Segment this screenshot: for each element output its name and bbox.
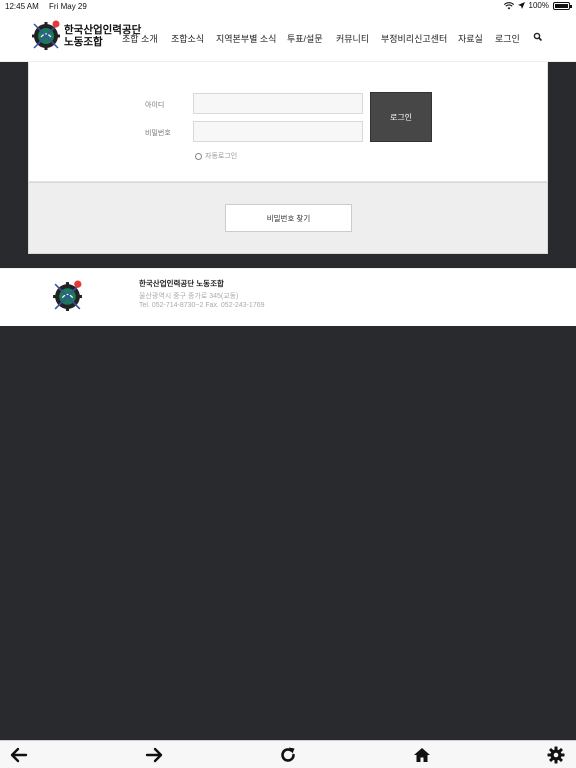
nav-item-regional-news[interactable]: 지역본부별 소식 (216, 32, 276, 45)
nav-item-report-center[interactable]: 부정비리신고센터 (381, 32, 447, 45)
find-password-button[interactable]: 비밀번호 찾기 (225, 204, 352, 232)
nav-item-login[interactable]: 로그인 (495, 32, 520, 45)
footer-logo-icon (53, 280, 82, 311)
back-button[interactable] (9, 745, 29, 765)
status-time: 12:45 AM (5, 2, 39, 11)
wifi-icon (503, 1, 514, 9)
status-right: 100% (503, 1, 572, 10)
status-left: 12:45 AM Fri May 29 (5, 2, 95, 11)
refresh-icon (281, 747, 295, 762)
forward-button[interactable] (144, 745, 164, 765)
auto-login-checkbox[interactable] (195, 152, 202, 160)
nav-item-vote-survey[interactable]: 투표/설문 (287, 32, 323, 45)
login-button[interactable]: 로그인 (370, 92, 432, 142)
home-button[interactable] (412, 745, 432, 765)
gear-icon (547, 746, 565, 764)
site-header: 한국산업인력공단 노동조합 조합 소개 조합소식 지역본부별 소식 투표/설문 … (0, 13, 576, 62)
password-input[interactable] (193, 121, 363, 142)
status-date: Fri May 29 (49, 2, 87, 11)
union-logo-icon[interactable] (30, 19, 62, 51)
status-bar: 12:45 AM Fri May 29 100% (0, 0, 576, 13)
footer-address: 울산광역시 중구 종가로 345(교동) (139, 293, 239, 300)
site-footer: 한국산업인력공단 노동조합 울산광역시 중구 종가로 345(교동) Tel. … (0, 268, 576, 326)
settings-button[interactable] (546, 745, 566, 765)
auto-login-option[interactable]: 자동로그인 (195, 151, 237, 161)
auto-login-label: 자동로그인 (205, 153, 238, 160)
nav-item-community[interactable]: 커뮤니티 (336, 32, 369, 45)
login-form: 아이디 비밀번호 로그인 자동로그인 (28, 62, 548, 182)
location-arrow-icon (517, 2, 525, 9)
nav-item-about[interactable]: 조합 소개 (122, 32, 158, 45)
home-icon (414, 748, 430, 762)
arrow-right-icon (145, 747, 163, 763)
nav-item-archive[interactable]: 자료실 (458, 32, 483, 45)
footer-contact: Tel. 052-714-8730~2 Fax. 052-243-1769 (139, 302, 265, 309)
id-label: 아이디 (145, 102, 165, 109)
browser-toolbar (0, 740, 576, 768)
search-icon[interactable] (533, 32, 543, 42)
battery-icon (553, 1, 572, 10)
nav-item-news[interactable]: 조합소식 (171, 32, 204, 45)
id-input[interactable] (193, 93, 363, 114)
login-actions-panel: 비밀번호 찾기 (28, 182, 548, 254)
arrow-left-icon (10, 747, 28, 763)
reload-button[interactable] (278, 745, 298, 765)
footer-title: 한국산업인력공단 노동조합 (139, 279, 224, 288)
battery-percent: 100% (528, 1, 549, 10)
password-label: 비밀번호 (145, 130, 171, 137)
